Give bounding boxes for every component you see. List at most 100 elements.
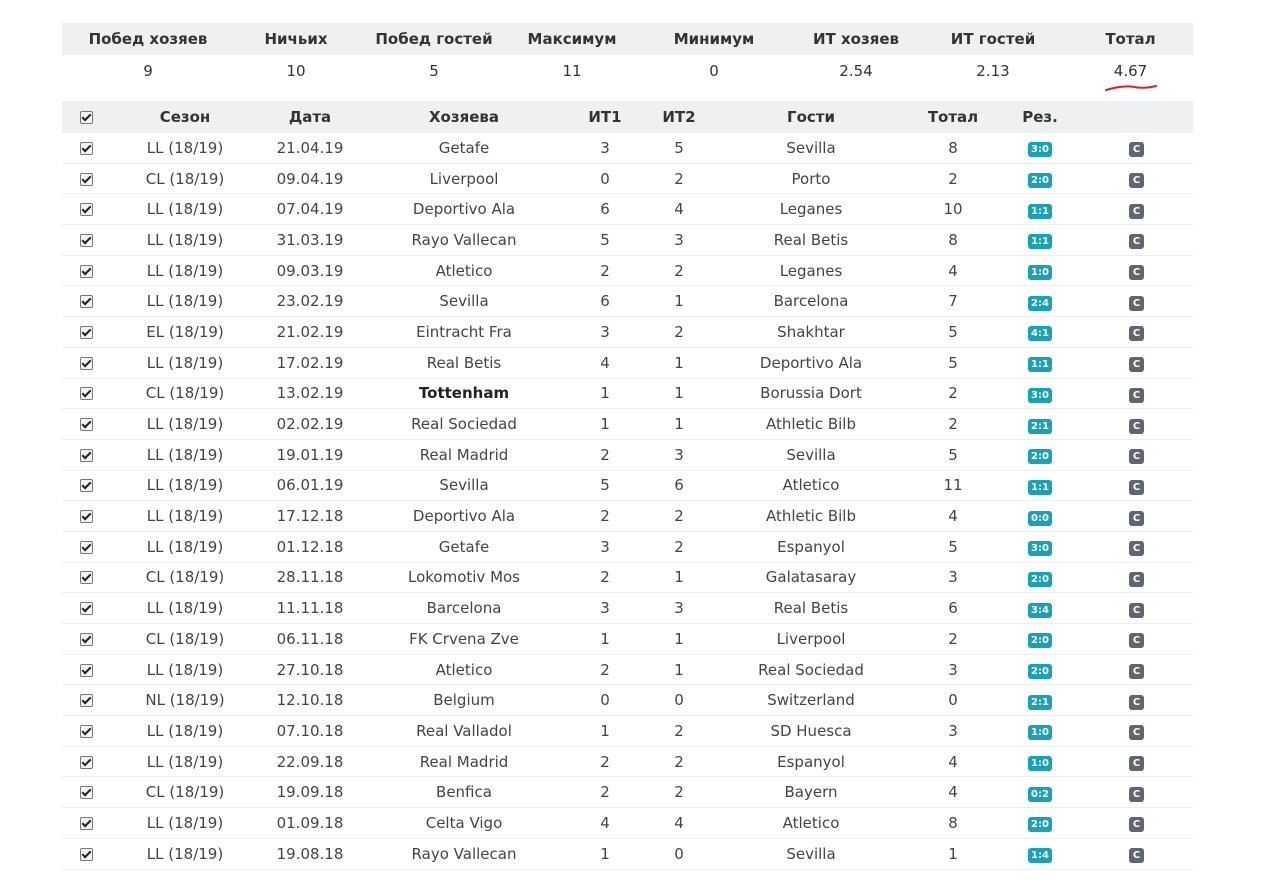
result-badge[interactable]: 1:0 bbox=[1028, 725, 1052, 741]
row-checkbox[interactable] bbox=[79, 755, 93, 769]
row-checkbox[interactable] bbox=[79, 510, 93, 524]
c-button[interactable]: C bbox=[1129, 694, 1144, 710]
header-it2[interactable]: ИТ2 bbox=[642, 108, 716, 126]
cell-date: 21.02.19 bbox=[276, 322, 344, 341]
cell-total: 5 bbox=[948, 322, 958, 341]
row-checkbox[interactable] bbox=[79, 356, 93, 370]
result-badge[interactable]: 2:1 bbox=[1028, 418, 1052, 434]
row-checkbox-cell bbox=[62, 814, 110, 832]
cell-season: LL (18/19) bbox=[146, 537, 224, 556]
result-badge[interactable]: 3:0 bbox=[1028, 541, 1052, 557]
result-badge[interactable]: 0:0 bbox=[1028, 510, 1052, 526]
cell-it2: 1 bbox=[674, 568, 684, 587]
cell-total: 5 bbox=[948, 445, 958, 464]
result-badge[interactable]: 3:0 bbox=[1028, 387, 1052, 403]
row-checkbox[interactable] bbox=[79, 172, 93, 186]
row-checkbox[interactable] bbox=[79, 663, 93, 677]
cell-it1: 6 bbox=[600, 292, 610, 311]
cell-result: 3:0 bbox=[1000, 384, 1080, 403]
cell-actions: C bbox=[1080, 445, 1193, 465]
c-button[interactable]: C bbox=[1129, 786, 1144, 802]
cell-away-team: Real Betis bbox=[773, 230, 849, 249]
row-checkbox[interactable] bbox=[79, 847, 93, 861]
result-badge[interactable]: 1:1 bbox=[1028, 357, 1052, 373]
result-badge[interactable]: 1:0 bbox=[1028, 265, 1052, 281]
result-badge[interactable]: 2:1 bbox=[1028, 694, 1052, 710]
c-button[interactable]: C bbox=[1129, 326, 1144, 342]
c-button[interactable]: C bbox=[1129, 234, 1144, 250]
result-badge[interactable]: 2:0 bbox=[1028, 449, 1052, 465]
row-checkbox[interactable] bbox=[79, 203, 93, 217]
cell-away-team: Porto bbox=[791, 169, 831, 188]
result-badge[interactable]: 3:0 bbox=[1028, 142, 1052, 158]
row-checkbox[interactable] bbox=[79, 448, 93, 462]
cell-it1: 6 bbox=[600, 200, 610, 219]
c-button[interactable]: C bbox=[1129, 725, 1144, 741]
header-away[interactable]: Гости bbox=[716, 108, 906, 126]
row-checkbox[interactable] bbox=[79, 233, 93, 247]
cell-it2: 4 bbox=[674, 200, 684, 219]
cell-result: 1:4 bbox=[1000, 844, 1080, 864]
c-button[interactable]: C bbox=[1129, 387, 1144, 403]
row-checkbox[interactable] bbox=[79, 724, 93, 738]
row-checkbox[interactable] bbox=[79, 325, 93, 339]
c-button[interactable]: C bbox=[1129, 510, 1144, 526]
c-button[interactable]: C bbox=[1129, 449, 1144, 465]
header-total[interactable]: Тотал bbox=[906, 108, 1000, 126]
row-checkbox[interactable] bbox=[79, 418, 93, 432]
row-checkbox[interactable] bbox=[79, 264, 93, 278]
result-badge[interactable]: 2:0 bbox=[1028, 571, 1052, 587]
cell-it2: 2 bbox=[674, 261, 684, 280]
result-badge[interactable]: 2:0 bbox=[1028, 664, 1052, 680]
result-badge[interactable]: 1:1 bbox=[1028, 203, 1052, 219]
result-badge[interactable]: 2:0 bbox=[1028, 817, 1052, 833]
summary-value-total: 4.67 bbox=[1113, 61, 1148, 80]
row-checkbox[interactable] bbox=[79, 571, 93, 585]
select-all-checkbox[interactable] bbox=[79, 111, 93, 124]
c-button[interactable]: C bbox=[1129, 541, 1144, 557]
result-badge[interactable]: 2:0 bbox=[1028, 173, 1052, 189]
row-checkbox[interactable] bbox=[79, 295, 93, 309]
row-checkbox[interactable] bbox=[79, 816, 93, 830]
row-checkbox[interactable] bbox=[79, 602, 93, 616]
result-badge[interactable]: 4:1 bbox=[1028, 326, 1052, 342]
row-checkbox[interactable] bbox=[79, 694, 93, 708]
c-button[interactable]: C bbox=[1129, 265, 1144, 281]
header-it1[interactable]: ИТ1 bbox=[568, 108, 642, 126]
row-checkbox[interactable] bbox=[79, 786, 93, 800]
result-badge[interactable]: 2:4 bbox=[1028, 295, 1052, 311]
result-badge[interactable]: 0:2 bbox=[1028, 786, 1052, 802]
row-checkbox[interactable] bbox=[79, 632, 93, 646]
header-season[interactable]: Сезон bbox=[110, 108, 260, 126]
cell-date: 01.12.18 bbox=[276, 537, 344, 556]
result-badge[interactable]: 1:4 bbox=[1028, 848, 1052, 864]
c-button[interactable]: C bbox=[1129, 756, 1144, 772]
c-button[interactable]: C bbox=[1129, 571, 1144, 587]
row-checkbox[interactable] bbox=[79, 141, 93, 155]
c-button[interactable]: C bbox=[1129, 664, 1144, 680]
result-badge[interactable]: 1:1 bbox=[1028, 234, 1052, 250]
c-button[interactable]: C bbox=[1129, 633, 1144, 649]
result-badge[interactable]: 3:4 bbox=[1028, 602, 1052, 618]
row-checkbox[interactable] bbox=[79, 479, 93, 493]
c-button[interactable]: C bbox=[1129, 357, 1144, 373]
cell-home-team: Sevilla bbox=[439, 476, 489, 495]
result-badge[interactable]: 1:0 bbox=[1028, 756, 1052, 772]
row-checkbox[interactable] bbox=[79, 387, 93, 401]
header-result[interactable]: Рез. bbox=[1000, 108, 1080, 126]
header-home[interactable]: Хозяева bbox=[360, 108, 568, 126]
header-date[interactable]: Дата bbox=[260, 108, 360, 126]
c-button[interactable]: C bbox=[1129, 295, 1144, 311]
c-button[interactable]: C bbox=[1129, 173, 1144, 189]
c-button[interactable]: C bbox=[1129, 602, 1144, 618]
cell-it1: 3 bbox=[600, 138, 610, 157]
c-button[interactable]: C bbox=[1129, 203, 1144, 219]
c-button[interactable]: C bbox=[1129, 418, 1144, 434]
row-checkbox[interactable] bbox=[79, 540, 93, 554]
c-button[interactable]: C bbox=[1129, 817, 1144, 833]
result-badge[interactable]: 1:1 bbox=[1028, 479, 1052, 495]
c-button[interactable]: C bbox=[1129, 142, 1144, 158]
c-button[interactable]: C bbox=[1129, 848, 1144, 864]
c-button[interactable]: C bbox=[1129, 479, 1144, 495]
result-badge[interactable]: 2:0 bbox=[1028, 633, 1052, 649]
